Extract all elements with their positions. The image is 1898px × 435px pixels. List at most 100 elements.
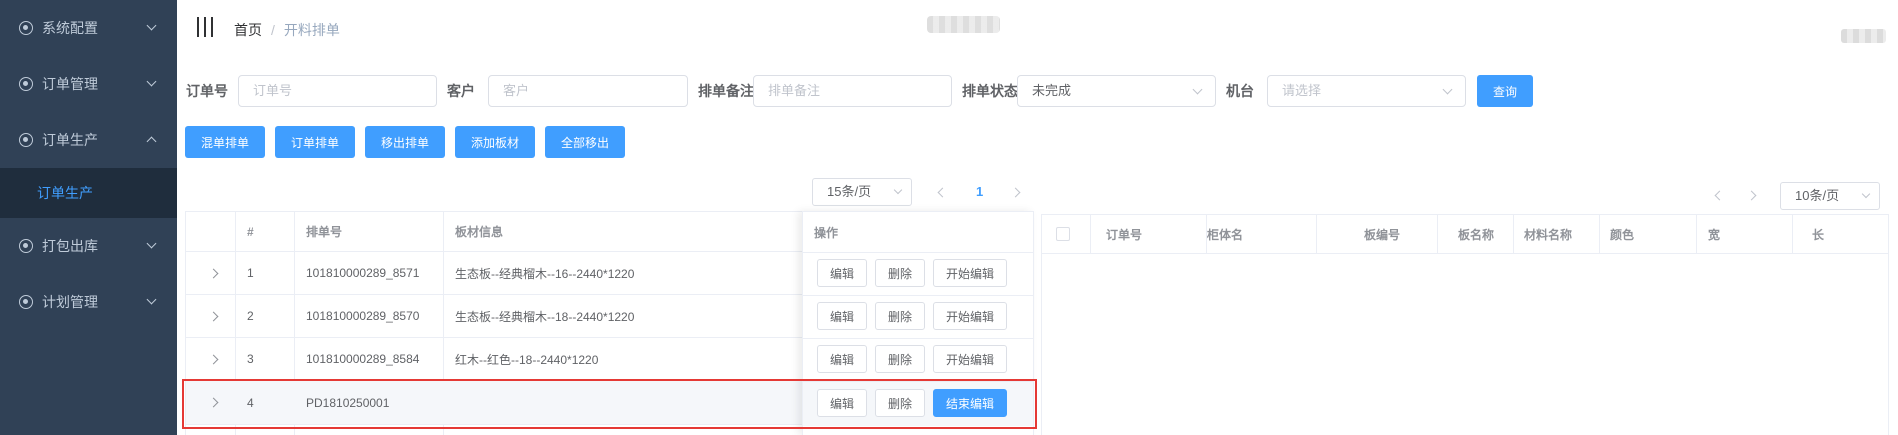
- row-schedule-no: PD1810250001: [306, 395, 390, 410]
- breadcrumb-home[interactable]: 首页: [234, 20, 262, 40]
- chevron-down-icon: [146, 238, 157, 249]
- prev-page-icon[interactable]: [937, 187, 948, 198]
- sidebar-item-order-production[interactable]: 订单生产: [0, 112, 177, 168]
- order-no-input[interactable]: 订单号: [238, 75, 437, 107]
- left-page-size-select[interactable]: 15条/页: [812, 178, 912, 206]
- machine-label: 机台: [1226, 83, 1254, 99]
- gear-icon: [19, 21, 33, 35]
- delete-button[interactable]: 删除: [875, 345, 925, 373]
- select-all-checkbox[interactable]: [1056, 227, 1070, 241]
- header-board-info: 板材信息: [455, 225, 504, 239]
- expand-row-icon[interactable]: [208, 397, 219, 408]
- start-edit-button[interactable]: 开始编辑: [933, 345, 1007, 373]
- hamburger-icon[interactable]: [197, 17, 213, 37]
- right-page-size-select[interactable]: 10条/页: [1780, 182, 1880, 210]
- chevron-down-icon: [1861, 189, 1871, 199]
- end-edit-button[interactable]: 结束编辑: [933, 389, 1007, 417]
- chevron-down-icon: [146, 294, 157, 305]
- sidebar-item-label: 订单管理: [42, 76, 98, 92]
- delete-button[interactable]: 删除: [875, 389, 925, 417]
- order-detail-table-body: [1041, 254, 1889, 435]
- gear-icon: [19, 133, 33, 147]
- breadcrumb-current: 开料排单: [283, 22, 340, 38]
- remove-all-button[interactable]: 全部移出: [545, 126, 625, 158]
- delete-button[interactable]: 删除: [875, 302, 925, 330]
- order-no-label: 订单号: [186, 83, 228, 99]
- header-board-code: 板编号: [1364, 227, 1401, 242]
- edit-button[interactable]: 编辑: [817, 302, 867, 330]
- header-width: 宽: [1708, 227, 1721, 242]
- edit-button[interactable]: 编辑: [817, 389, 867, 417]
- page-size-value: 10条/页: [1795, 188, 1840, 203]
- sidebar-item-order-management[interactable]: 订单管理: [0, 56, 177, 112]
- mixed-schedule-button[interactable]: 混单排单: [185, 126, 265, 158]
- filter-form: 订单号 订单号 客户 客户 排单备注 排单备注 排单状态 未完成 机台 请选择 …: [177, 75, 1898, 107]
- sidebar-item-label: 订单生产: [42, 132, 98, 148]
- status-select[interactable]: 未完成: [1017, 75, 1216, 107]
- chevron-down-icon: [893, 185, 903, 195]
- next-page-icon[interactable]: [1010, 187, 1021, 198]
- chevron-down-icon: [1442, 84, 1453, 95]
- start-edit-button[interactable]: 开始编辑: [933, 302, 1007, 330]
- remove-schedule-button[interactable]: 移出排单: [365, 126, 445, 158]
- header-schedule-no: 排单号: [306, 225, 343, 239]
- sidebar-item-label: 系统配置: [42, 20, 98, 36]
- sidebar: 系统配置 订单管理 订单生产 订单生产 打包出库 计划管理: [0, 0, 177, 435]
- order-schedule-button[interactable]: 订单排单: [275, 126, 355, 158]
- actions-column: 操作 编辑 删除 开始编辑 编辑 删除 开始编辑 编辑 删除 开始编辑 编辑 删…: [802, 211, 1034, 435]
- row-index: 2: [247, 309, 254, 323]
- prev-page-icon[interactable]: [1714, 190, 1725, 201]
- sidebar-item-plan-management[interactable]: 计划管理: [0, 274, 177, 330]
- app-root: 系统配置 订单管理 订单生产 订单生产 打包出库 计划管理 首页 / 开料排单 …: [0, 0, 1898, 435]
- blurred-title: [927, 16, 1000, 33]
- gear-icon: [19, 295, 33, 309]
- start-edit-button[interactable]: 开始编辑: [933, 259, 1007, 287]
- expand-row-icon[interactable]: [208, 354, 219, 364]
- delete-button[interactable]: 删除: [875, 259, 925, 287]
- add-board-button[interactable]: 添加板材: [455, 126, 535, 158]
- chevron-down-icon: [146, 20, 157, 31]
- sidebar-subitem-order-production[interactable]: 订单生产: [0, 168, 177, 218]
- row-index: 1: [247, 266, 254, 280]
- note-label: 排单备注: [698, 83, 754, 99]
- row-index: 3: [247, 352, 254, 366]
- customer-label: 客户: [447, 83, 475, 99]
- row-schedule-no: 101810000289_8571: [306, 266, 420, 280]
- sidebar-item-pack-outbound[interactable]: 打包出库: [0, 218, 177, 274]
- customer-input[interactable]: 客户: [488, 75, 688, 107]
- machine-select[interactable]: 请选择: [1267, 75, 1466, 107]
- row-schedule-no: 101810000289_8570: [306, 309, 420, 323]
- expand-row-icon[interactable]: [208, 311, 219, 321]
- current-page-number[interactable]: 1: [976, 184, 983, 199]
- row-index: 4: [247, 395, 254, 410]
- chevron-up-icon: [146, 136, 157, 147]
- header-material-name: 材料名称: [1524, 227, 1573, 242]
- topbar: 首页 / 开料排单: [177, 0, 1898, 56]
- sidebar-item-system-config[interactable]: 系统配置: [0, 0, 177, 56]
- status-label: 排单状态: [962, 83, 1018, 99]
- header-board-name: 板名称: [1458, 227, 1495, 242]
- row-board-info: 红木--红色--18--2440*1220: [455, 352, 599, 367]
- header-length: 长: [1812, 227, 1825, 242]
- sidebar-item-label: 打包出库: [42, 238, 98, 254]
- header-actions: 操作: [814, 225, 839, 240]
- header-color: 颜色: [1610, 227, 1635, 242]
- gear-icon: [19, 77, 33, 91]
- edit-button[interactable]: 编辑: [817, 345, 867, 373]
- expand-row-icon[interactable]: [208, 268, 219, 278]
- status-select-value: 未完成: [1032, 83, 1072, 98]
- header-order-no: 订单号: [1106, 227, 1143, 242]
- chevron-down-icon: [1192, 84, 1203, 95]
- breadcrumb-separator: /: [271, 22, 275, 38]
- next-page-icon[interactable]: [1746, 190, 1757, 201]
- edit-button[interactable]: 编辑: [817, 259, 867, 287]
- blurred-user[interactable]: [1841, 29, 1886, 43]
- note-input[interactable]: 排单备注: [753, 75, 952, 107]
- gear-icon: [19, 239, 33, 253]
- header-index: #: [247, 224, 254, 239]
- page-size-value: 15条/页: [827, 184, 872, 199]
- row-board-info: 生态板--经典榴木--16--2440*1220: [455, 266, 635, 281]
- breadcrumb: 首页 / 开料排单: [234, 20, 340, 40]
- query-button[interactable]: 查询: [1477, 75, 1533, 107]
- row-board-info: 生态板--经典榴木--18--2440*1220: [455, 309, 635, 324]
